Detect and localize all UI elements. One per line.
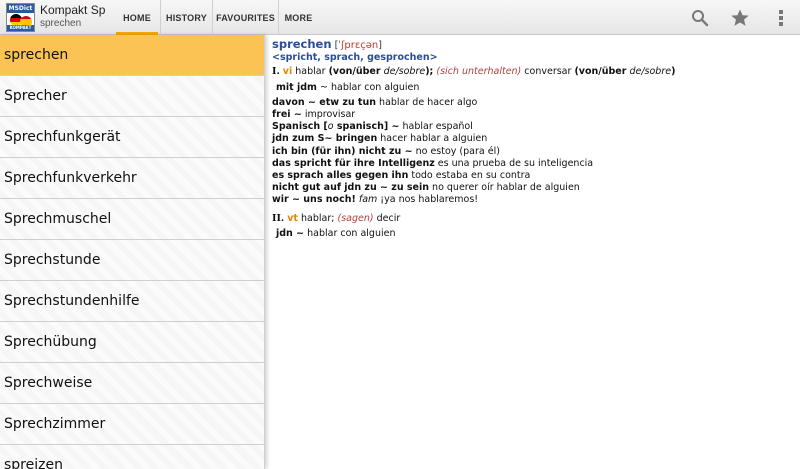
logo-sub: KOMPAKT — [7, 25, 34, 31]
app-logo[interactable]: MSDict KOMPAKT — [6, 3, 35, 32]
example-de: ich bin (für ihn) nicht zu ~ — [272, 145, 413, 157]
tab-history[interactable]: HISTORY — [160, 0, 212, 35]
list-item[interactable]: Sprechzimmer — [0, 404, 264, 445]
word-list[interactable]: sprechen Sprecher Sprechfunkgerät Sprech… — [0, 35, 265, 469]
example-line: jdn zum S~ bringen hacer hablar a alguie… — [272, 133, 792, 145]
example-de: es sprach alles gegen ihn — [272, 170, 409, 182]
example-es: hablar español — [402, 121, 473, 133]
example-line: mit jdm ~ hablar con alguien — [272, 82, 792, 94]
sense-1: I. vi hablar (von/über de/sobre); (sich … — [272, 66, 792, 78]
list-item[interactable]: sprechen — [0, 35, 264, 76]
translation: decir — [376, 212, 401, 224]
example-de: nicht gut auf jdn zu ~ zu sein — [272, 182, 430, 194]
example-es: hacer hablar a alguien — [380, 133, 488, 145]
tab-favourites[interactable]: FAVOURITES — [212, 0, 278, 35]
pronunciation[interactable]: ˈʃprɛçən — [338, 40, 378, 51]
gloss: (sagen) — [337, 212, 374, 224]
logo-brand: MSDict — [7, 4, 34, 13]
example-line: das spricht für ihre Intelligenz es una … — [272, 158, 792, 170]
part-of-speech: vt — [287, 212, 298, 224]
list-item[interactable]: Sprechstunde — [0, 240, 264, 281]
tilde: ~ — [320, 81, 328, 93]
dictionary-entry: sprechen [ˈʃprɛçən] <spricht, sprach, ge… — [272, 38, 792, 240]
usage-note: de/sobre — [629, 66, 672, 78]
tab-home[interactable]: HOME — [116, 0, 158, 35]
ipa-close: ] — [378, 40, 382, 51]
example-line: jdn ~ hablar con alguien — [272, 228, 792, 240]
example-es: no estoy (para él) — [415, 145, 500, 157]
list-item[interactable]: Sprechübung — [0, 322, 264, 363]
example-de: mit jdm — [276, 81, 317, 93]
example-es: no querer oír hablar de alguien — [432, 182, 580, 194]
examples-block: davon ~ etw zu tun hablar de hacer algo … — [272, 97, 792, 207]
list-item[interactable]: Sprechfunkgerät — [0, 117, 264, 158]
example-line: Spanisch [o spanisch] ~ hablar español — [272, 121, 792, 133]
example-line: wir ~ uns noch! fam ¡ya nos hablaremos! — [272, 194, 792, 206]
translation: hablar; — [301, 212, 335, 224]
translation: conversar — [524, 66, 572, 78]
example-es: hablar de hacer algo — [379, 96, 478, 108]
inflected-forms: <spricht, sprach, gesprochen> — [272, 52, 438, 64]
star-icon[interactable] — [729, 7, 751, 29]
register-tag: fam — [358, 194, 378, 206]
usage-note: de/sobre — [383, 66, 426, 78]
app-subtitle: sprechen — [40, 18, 82, 29]
example-es: es una prueba de su inteligencia — [437, 157, 594, 169]
example-es: todo estaba en su contra — [411, 170, 531, 182]
gloss: (sich unterhalten) — [436, 66, 522, 78]
list-item[interactable]: Sprechfunkverkehr — [0, 158, 264, 199]
example-line: davon ~ etw zu tun hablar de hacer algo — [272, 97, 792, 109]
example-line: es sprach alles gegen ihn todo estaba en… — [272, 170, 792, 182]
sense-2: II. vt hablar; (sagen) decir — [272, 213, 792, 225]
sense-number: II. — [272, 212, 285, 224]
usage-note: ) — [671, 66, 676, 78]
sense-number: I. — [272, 66, 280, 78]
usage-note: ); — [425, 66, 434, 78]
example-de: davon ~ etw zu tun — [272, 96, 377, 108]
example-de: jdn zum S~ bringen — [272, 133, 378, 145]
example-es: hablar con alguien — [307, 227, 396, 239]
list-item[interactable]: spreizen — [0, 445, 264, 469]
list-item[interactable]: Sprecher — [0, 76, 264, 117]
search-icon[interactable] — [689, 7, 711, 29]
example-de: Spanisch [ — [272, 121, 328, 133]
example-de: spanisch] ~ — [333, 121, 400, 133]
translation: hablar — [295, 66, 326, 78]
example-de: das spricht für ihre Intelligenz — [272, 157, 435, 169]
usage-note: (von/über — [574, 66, 627, 78]
example-es: hablar con alguien — [331, 81, 420, 93]
app-title: Kompakt Sp — [40, 3, 106, 17]
list-item[interactable]: Sprechmuschel — [0, 199, 264, 240]
part-of-speech: vi — [282, 66, 293, 78]
example-line: frei ~ improvisar — [272, 109, 792, 121]
example-line: ich bin (für ihn) nicht zu ~ no estoy (p… — [272, 146, 792, 158]
example-line: nicht gut auf jdn zu ~ zu sein no querer… — [272, 182, 792, 194]
list-item[interactable]: Sprechweise — [0, 363, 264, 404]
list-item[interactable]: Sprechstundenhilfe — [0, 281, 264, 322]
example-de: wir ~ uns noch! — [272, 194, 356, 206]
action-bar: MSDict KOMPAKT Kompakt Sp sprechen HOME … — [0, 0, 800, 35]
headword: sprechen — [272, 37, 332, 51]
entry-header: sprechen [ˈʃprɛçən] — [272, 38, 792, 52]
example-es: ¡ya nos hablaremos! — [380, 194, 479, 206]
tab-more[interactable]: MORE — [278, 0, 318, 35]
example-de: jdn ~ — [276, 227, 305, 239]
example-es: improvisar — [304, 109, 356, 121]
example-de: frei ~ — [272, 109, 302, 121]
usage-note: (von/über — [328, 66, 381, 78]
overflow-menu-icon[interactable] — [770, 7, 792, 29]
